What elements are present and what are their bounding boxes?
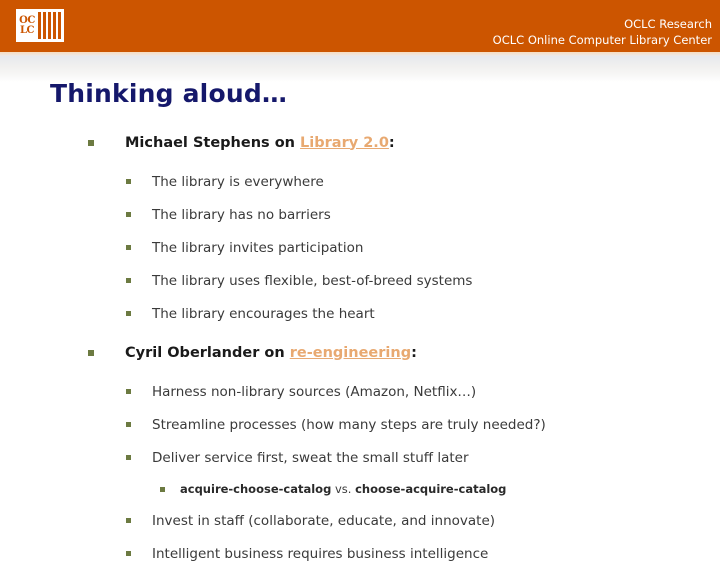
- list-item-label: Harness non-library sources (Amazon, Net…: [152, 383, 477, 400]
- square-bullet-icon: [88, 349, 94, 356]
- header-line-research: OCLC Research: [624, 17, 712, 31]
- link-re-engineering[interactable]: re-engineering: [290, 345, 411, 361]
- list-item-label: The library is everywhere: [152, 173, 324, 190]
- header-org-text: OCLC Research OCLC Online Computer Libra…: [493, 16, 712, 48]
- oclc-logo-letters: OC LC: [16, 9, 38, 42]
- square-bullet-icon: [126, 212, 131, 217]
- sub-list-item-label: acquire-choose-catalog vs. choose-acquir…: [180, 482, 720, 496]
- square-bullet-icon: [126, 518, 131, 523]
- term-acquire-choose-catalog: acquire-choose-catalog: [180, 482, 332, 496]
- sub-list-item-catalog-order: acquire-choose-catalog vs. choose-acquir…: [160, 477, 720, 501]
- oclc-logo-letters-top: OC: [19, 14, 35, 26]
- square-bullet-icon: [126, 245, 131, 250]
- heading-suffix: :: [411, 344, 417, 361]
- list-item: Invest in staff (collaborate, educate, a…: [126, 507, 720, 534]
- heading-suffix: :: [388, 134, 395, 151]
- square-bullet-icon: [126, 551, 131, 556]
- list-item-label: Invest in staff (collaborate, educate, a…: [152, 512, 496, 529]
- list-item-label: Streamline processes (how many steps are…: [152, 416, 546, 433]
- square-bullet-icon: [88, 139, 94, 146]
- list-item: The library uses flexible, best-of-breed…: [126, 267, 720, 294]
- list-item: The library invites participation: [126, 234, 720, 261]
- square-bullet-icon: [126, 278, 131, 283]
- square-bullet-icon: [126, 455, 131, 460]
- square-bullet-icon: [126, 179, 131, 184]
- list-item-label: Deliver service first, sweat the small s…: [152, 449, 469, 466]
- list-item-label: The library has no barriers: [152, 206, 331, 223]
- oclc-logo: OC LC: [16, 9, 64, 42]
- square-bullet-icon: [126, 389, 131, 394]
- oclc-logo-bars-icon: [38, 12, 61, 39]
- term-choose-acquire-catalog: choose-acquire-catalog: [355, 482, 507, 496]
- list-item: Deliver service first, sweat the small s…: [126, 444, 720, 471]
- list-item: Streamline processes (how many steps are…: [126, 411, 720, 438]
- heading-prefix: Cyril Oberlander on: [125, 344, 290, 361]
- square-bullet-icon: [126, 311, 131, 316]
- square-bullet-icon: [160, 486, 165, 492]
- list-item-label: The library encourages the heart: [152, 305, 375, 322]
- link-library-2-0[interactable]: Library 2.0: [300, 135, 389, 151]
- section-heading-cyril-oberlander: Cyril Oberlander on re-engineering:: [88, 338, 720, 367]
- slide-body: Michael Stephens on Library 2.0: The lib…: [0, 128, 720, 567]
- list-item-label: The library invites participation: [152, 239, 364, 256]
- list-item-label: Intelligent business requires business i…: [152, 545, 489, 562]
- list-item: Harness non-library sources (Amazon, Net…: [126, 378, 720, 405]
- slide: OC LC OCLC Research OCLC Online Computer…: [0, 0, 720, 562]
- heading-prefix: Michael Stephens on: [125, 134, 301, 151]
- section-heading-text: Cyril Oberlander on re-engineering:: [125, 345, 720, 361]
- list-item: The library is everywhere: [126, 168, 720, 195]
- section-heading-text: Michael Stephens on Library 2.0:: [125, 135, 720, 151]
- list-item: Intelligent business requires business i…: [126, 540, 720, 567]
- page-title: Thinking aloud…: [50, 79, 288, 108]
- header-line-fullname: OCLC Online Computer Library Center: [492, 33, 712, 47]
- list-item-label: The library uses flexible, best-of-breed…: [152, 272, 473, 289]
- list-item: The library has no barriers: [126, 201, 720, 228]
- oclc-logo-letters-bottom: LC: [20, 24, 35, 36]
- square-bullet-icon: [126, 422, 131, 427]
- section-heading-michael-stephens: Michael Stephens on Library 2.0:: [88, 128, 720, 157]
- list-item: The library encourages the heart: [126, 300, 720, 327]
- term-connector: vs.: [331, 482, 356, 496]
